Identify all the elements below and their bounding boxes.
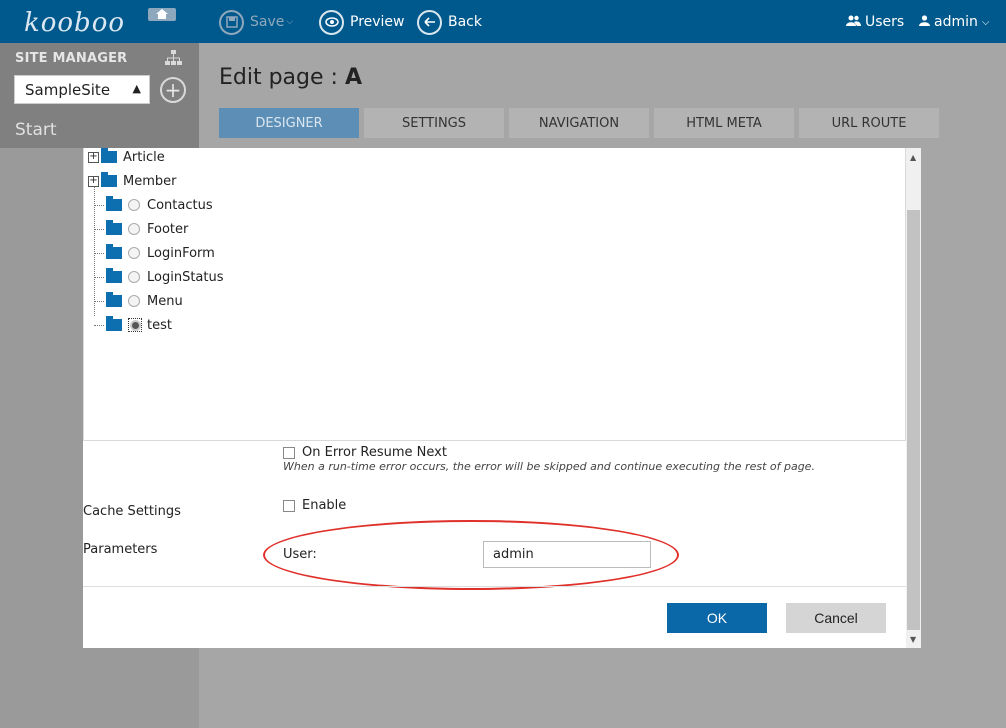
- tree-item-loginform[interactable]: LoginForm: [94, 243, 215, 263]
- tree-item-contactus[interactable]: Contactus: [94, 195, 213, 215]
- on-error-option: On Error Resume Next: [283, 445, 447, 460]
- view-radio[interactable]: [128, 199, 140, 211]
- parameters-label: Parameters: [83, 542, 158, 557]
- expand-icon[interactable]: +: [88, 151, 99, 163]
- cache-settings-label: Cache Settings: [83, 504, 181, 519]
- view-radio[interactable]: [128, 247, 140, 259]
- user-param-input[interactable]: [483, 541, 651, 568]
- back-label: Back: [448, 14, 482, 30]
- tree-connector: [94, 324, 104, 326]
- tree-item-menu[interactable]: Menu: [94, 291, 183, 311]
- tree-connector: [94, 204, 104, 206]
- folder-icon: [106, 244, 122, 259]
- view-tree: + Article + Member Contactus Footer Logi…: [83, 148, 906, 441]
- users-icon: [846, 14, 861, 30]
- folder-icon: [106, 268, 122, 283]
- kooboo-logo[interactable]: kooboo: [24, 8, 125, 38]
- dialog: + Article + Member Contactus Footer Logi…: [83, 148, 921, 648]
- folder-icon: [101, 148, 117, 163]
- view-radio[interactable]: [128, 271, 140, 283]
- on-error-hint: When a run-time error occurs, the error …: [283, 460, 815, 473]
- admin-label: admin: [934, 14, 978, 30]
- tree-connector: [94, 276, 104, 278]
- sitemap-icon[interactable]: [165, 50, 182, 69]
- back-button[interactable]: Back: [417, 9, 482, 35]
- on-error-checkbox[interactable]: [283, 446, 295, 459]
- scroll-up-icon[interactable]: ▲: [910, 153, 916, 162]
- tree-item-label: Menu: [147, 293, 183, 309]
- tree-item-label: Footer: [147, 221, 189, 237]
- tree-folder-label: Member: [123, 173, 177, 189]
- cancel-button[interactable]: Cancel: [786, 603, 886, 633]
- users-label: Users: [865, 14, 905, 30]
- user-param-label: User:: [283, 547, 317, 562]
- tree-item-label: Contactus: [147, 197, 213, 213]
- tab-settings[interactable]: SETTINGS: [364, 108, 504, 138]
- page-title-prefix: Edit page :: [219, 65, 345, 90]
- ok-button[interactable]: OK: [667, 603, 767, 633]
- tree-item-test[interactable]: test: [94, 315, 172, 335]
- save-label: Save: [250, 14, 285, 30]
- plus-icon: +: [164, 78, 182, 102]
- tree-connector: [94, 228, 104, 230]
- cache-enable-label: Enable: [302, 498, 347, 513]
- preview-label: Preview: [350, 14, 405, 30]
- home-icon[interactable]: [148, 8, 176, 21]
- tab-designer[interactable]: DESIGNER: [219, 108, 359, 138]
- tree-connector: [94, 300, 104, 302]
- site-manager-title: SITE MANAGER: [15, 51, 128, 66]
- tab-html-meta[interactable]: HTML META: [654, 108, 794, 138]
- cache-enable-checkbox[interactable]: [283, 499, 295, 512]
- folder-icon: [106, 196, 122, 211]
- tree-item-footer[interactable]: Footer: [94, 219, 188, 239]
- admin-menu[interactable]: admin ⌵: [919, 14, 989, 30]
- content-background: [199, 648, 1006, 728]
- users-link[interactable]: Users: [846, 14, 904, 30]
- folder-icon: [106, 316, 122, 331]
- tree-item-loginstatus[interactable]: LoginStatus: [94, 267, 224, 287]
- chevron-down-icon: ⌵: [981, 16, 990, 28]
- eye-icon: [319, 9, 344, 35]
- tree-connector: [94, 252, 104, 254]
- tree-folder-article[interactable]: + Article: [88, 147, 165, 167]
- scroll-thumb[interactable]: [907, 210, 920, 630]
- site-manager-panel: SITE MANAGER SampleSite ▲ + Start: [0, 43, 199, 148]
- view-radio[interactable]: [128, 295, 140, 307]
- page-title: Edit page : A: [219, 65, 362, 90]
- on-error-label: On Error Resume Next: [302, 445, 447, 460]
- page-header: Edit page : A DESIGNER SETTINGS NAVIGATI…: [199, 43, 1006, 148]
- tab-url-route[interactable]: URL ROUTE: [799, 108, 939, 138]
- view-radio[interactable]: [128, 223, 140, 235]
- footer-divider: [83, 586, 906, 587]
- page-title-name: A: [344, 65, 362, 90]
- preview-button[interactable]: Preview: [319, 9, 405, 35]
- save-button[interactable]: Save ⌵: [219, 9, 293, 35]
- tree-folder-member[interactable]: + Member: [88, 171, 176, 191]
- site-select-value: SampleSite: [25, 81, 111, 99]
- cache-enable-option: Enable: [283, 498, 346, 513]
- tab-bar: DESIGNER SETTINGS NAVIGATION HTML META U…: [219, 108, 944, 138]
- expand-icon[interactable]: +: [88, 175, 99, 187]
- arrow-left-icon: [417, 9, 442, 35]
- scroll-down-icon[interactable]: ▼: [910, 635, 916, 644]
- select-arrows-icon: ▲: [132, 82, 141, 95]
- tree-item-label: LoginStatus: [147, 269, 224, 285]
- tab-navigation[interactable]: NAVIGATION: [509, 108, 649, 138]
- site-select[interactable]: SampleSite ▲: [14, 75, 150, 104]
- folder-icon: [106, 220, 122, 235]
- dialog-scrollbar[interactable]: ▲ ▼: [906, 148, 921, 648]
- top-bar: kooboo Save ⌵ Preview Back Users admin ⌵: [0, 0, 1006, 43]
- sidebar-item-start[interactable]: Start: [15, 120, 57, 140]
- save-icon: [219, 9, 244, 35]
- tree-item-label: test: [147, 317, 172, 333]
- tree-item-label: LoginForm: [147, 245, 215, 261]
- folder-icon: [106, 292, 122, 307]
- folder-icon: [101, 172, 117, 187]
- chevron-down-icon: ⌵: [286, 17, 294, 27]
- tree-folder-label: Article: [123, 149, 165, 165]
- view-radio-selected[interactable]: [128, 318, 142, 332]
- user-icon: [919, 14, 930, 30]
- add-site-button[interactable]: +: [160, 77, 186, 103]
